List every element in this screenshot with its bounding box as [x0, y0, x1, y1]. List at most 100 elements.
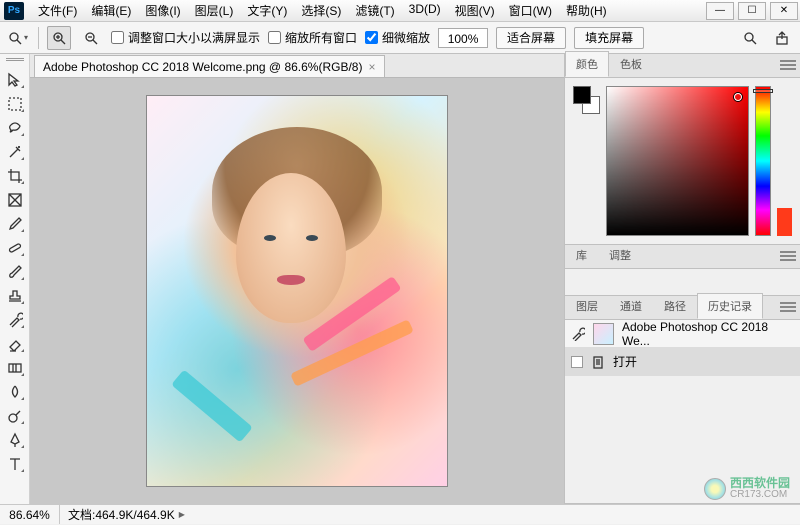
tool-crop[interactable]: [4, 166, 26, 186]
share-button[interactable]: [770, 26, 794, 50]
options-bar: ▾ 调整窗口大小以满屏显示 缩放所有窗口 细微缩放 100% 适合屏幕 填充屏幕: [0, 22, 800, 54]
zoom-icon: [8, 31, 22, 45]
tab-channels[interactable]: 通道: [609, 293, 653, 319]
document-tab-bar: Adobe Photoshop CC 2018 Welcome.png @ 86…: [30, 54, 564, 78]
frame-icon: [7, 192, 23, 208]
tool-lasso[interactable]: [4, 118, 26, 138]
tool-blur[interactable]: [4, 382, 26, 402]
color-preview: [777, 208, 792, 236]
zoom-in-button[interactable]: [47, 26, 71, 50]
right-dock: 颜色 色板 库 调整: [564, 54, 800, 504]
status-doc-info[interactable]: 文档:464.9K/464.9K ▶: [60, 506, 193, 523]
maximize-button[interactable]: ☐: [738, 2, 766, 20]
tool-pen[interactable]: [4, 430, 26, 450]
zoom-level-field[interactable]: 100%: [438, 28, 488, 48]
resize-window-checkbox[interactable]: 调整窗口大小以满屏显示: [111, 29, 260, 46]
search-icon: [743, 31, 757, 45]
chevron-right-icon: ▶: [179, 510, 185, 519]
history-item-label: Adobe Photoshop CC 2018 We...: [622, 320, 794, 348]
history-list: Adobe Photoshop CC 2018 We... 打开: [565, 320, 800, 376]
tab-adjustments[interactable]: 调整: [598, 242, 642, 268]
hue-cursor-icon: [753, 89, 772, 93]
tool-gradient[interactable]: [4, 358, 26, 378]
status-bar: 86.64% 文档:464.9K/464.9K ▶: [0, 504, 800, 524]
tool-eraser[interactable]: [4, 334, 26, 354]
document-icon: [591, 355, 605, 369]
panel-menu-icon[interactable]: [780, 58, 796, 72]
menu-window[interactable]: 窗口(W): [503, 0, 558, 21]
foreground-swatch[interactable]: [573, 86, 591, 104]
menu-filter[interactable]: 滤镜(T): [349, 0, 400, 21]
workspace: Adobe Photoshop CC 2018 Welcome.png @ 86…: [0, 54, 800, 504]
menu-view[interactable]: 视图(V): [449, 0, 501, 21]
tool-marquee[interactable]: [4, 94, 26, 114]
watermark-text-bottom: CR173.COM: [730, 489, 790, 500]
hue-slider[interactable]: [755, 86, 770, 236]
minimize-button[interactable]: —: [706, 2, 734, 20]
tab-swatches[interactable]: 色板: [609, 51, 653, 77]
menu-3d[interactable]: 3D(D): [403, 0, 447, 21]
zoom-all-windows-checkbox[interactable]: 缩放所有窗口: [268, 29, 357, 46]
tool-stamp[interactable]: [4, 286, 26, 306]
fg-bg-swatches[interactable]: [573, 86, 600, 114]
tool-quick-select[interactable]: [4, 142, 26, 162]
tool-type[interactable]: [4, 454, 26, 474]
menu-image[interactable]: 图像(I): [139, 0, 186, 21]
tab-history[interactable]: 历史记录: [697, 293, 763, 319]
zoom-out-button[interactable]: [79, 26, 103, 50]
menu-help[interactable]: 帮助(H): [560, 0, 613, 21]
watermark-text-top: 西西软件园: [730, 478, 790, 489]
zoom-in-icon: [52, 31, 66, 45]
tab-paths[interactable]: 路径: [653, 293, 697, 319]
menu-select[interactable]: 选择(S): [295, 0, 347, 21]
history-item-snapshot[interactable]: Adobe Photoshop CC 2018 We...: [565, 320, 800, 348]
color-field[interactable]: [606, 86, 750, 236]
tool-dodge[interactable]: [4, 406, 26, 426]
tool-brush[interactable]: [4, 262, 26, 282]
layers-panel: 图层 通道 路径 历史记录 Adobe Photoshop CC 2018 We…: [565, 296, 800, 504]
close-tab-icon[interactable]: ×: [368, 60, 375, 74]
color-panel-tabs: 颜色 色板: [565, 54, 800, 78]
chevron-down-icon: ▾: [24, 33, 28, 42]
menu-file[interactable]: 文件(F): [32, 0, 83, 21]
resize-window-check-input[interactable]: [111, 31, 124, 44]
panel-menu-icon[interactable]: [780, 300, 796, 314]
library-panel: 库 调整: [565, 245, 800, 296]
menu-edit[interactable]: 编辑(E): [85, 0, 137, 21]
image-canvas[interactable]: [147, 96, 447, 486]
fill-screen-button[interactable]: 填充屏幕: [574, 27, 644, 49]
menu-layer[interactable]: 图层(L): [189, 0, 240, 21]
color-panel: 颜色 色板: [565, 54, 800, 245]
color-cursor-icon: [734, 93, 742, 101]
tool-frame[interactable]: [4, 190, 26, 210]
title-bar: Ps 文件(F) 编辑(E) 图像(I) 图层(L) 文字(Y) 选择(S) 滤…: [0, 0, 800, 22]
scrubby-zoom-checkbox[interactable]: 细微缩放: [365, 29, 430, 46]
fit-screen-button[interactable]: 适合屏幕: [496, 27, 566, 49]
document-tab[interactable]: Adobe Photoshop CC 2018 Welcome.png @ 86…: [34, 55, 385, 77]
history-item-open[interactable]: 打开: [565, 348, 800, 376]
close-window-button[interactable]: ✕: [770, 2, 798, 20]
history-brush-icon: [571, 327, 585, 341]
tool-preset-dropdown[interactable]: ▾: [6, 26, 30, 50]
tab-layers[interactable]: 图层: [565, 293, 609, 319]
zoom-out-icon: [84, 31, 98, 45]
scrubby-check-input[interactable]: [365, 31, 378, 44]
tool-move[interactable]: [4, 70, 26, 90]
status-zoom-field[interactable]: 86.64%: [0, 505, 60, 524]
panel-menu-icon[interactable]: [780, 249, 796, 263]
toolbar-grip[interactable]: [6, 58, 24, 64]
document-tab-title: Adobe Photoshop CC 2018 Welcome.png @ 86…: [43, 60, 362, 74]
search-button[interactable]: [738, 26, 762, 50]
menu-type[interactable]: 文字(Y): [241, 0, 293, 21]
canvas-viewport[interactable]: [30, 78, 564, 504]
tab-color[interactable]: 颜色: [565, 51, 609, 77]
document-area: Adobe Photoshop CC 2018 Welcome.png @ 86…: [30, 54, 564, 504]
tool-history-brush[interactable]: [4, 310, 26, 330]
watermark: 西西软件园 CR173.COM: [704, 478, 790, 500]
tool-heal[interactable]: [4, 238, 26, 258]
zoom-all-check-input[interactable]: [268, 31, 281, 44]
tab-library[interactable]: 库: [565, 242, 598, 268]
tool-eyedropper[interactable]: [4, 214, 26, 234]
scrubby-label: 细微缩放: [382, 29, 430, 46]
share-icon: [775, 31, 789, 45]
